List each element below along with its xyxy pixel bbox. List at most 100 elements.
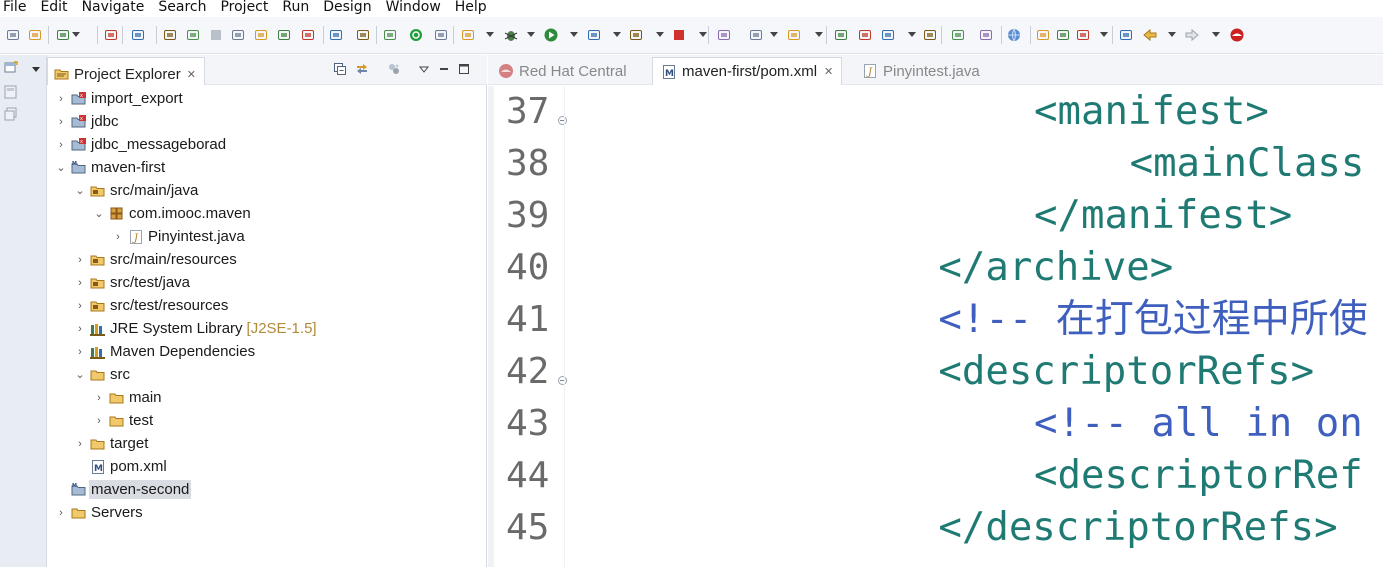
minimize-icon[interactable]: [437, 62, 451, 76]
new-class-icon[interactable]: [857, 27, 873, 43]
chevron-down-icon[interactable]: ⌄: [55, 162, 67, 174]
chevron-right-icon[interactable]: ›: [55, 139, 67, 151]
chevron-right-icon[interactable]: ›: [74, 438, 86, 450]
maximize-icon[interactable]: [457, 62, 471, 76]
tab-pom-xml[interactable]: M maven-first/pom.xml ✕: [652, 57, 843, 85]
debug-icon[interactable]: [503, 27, 519, 43]
tree-item[interactable]: › x jdbc_messageborad: [47, 133, 487, 156]
server-status-icon[interactable]: [433, 27, 449, 43]
chevron-down-icon[interactable]: [527, 32, 535, 37]
forward-icon[interactable]: [1184, 27, 1200, 43]
chevron-down-icon[interactable]: [486, 32, 494, 37]
profile-icon[interactable]: [55, 27, 71, 43]
tree-item[interactable]: › test: [47, 409, 487, 432]
collapse-all-icon[interactable]: [333, 62, 347, 76]
code-line[interactable]: <descriptorRef: [1034, 450, 1363, 502]
chevron-right-icon[interactable]: ›: [74, 323, 86, 335]
drop-to-frame-icon[interactable]: [328, 27, 344, 43]
chevron-right-icon[interactable]: ›: [74, 300, 86, 312]
step-over-icon[interactable]: [276, 27, 292, 43]
chevron-down-icon[interactable]: [815, 32, 823, 37]
tree-item[interactable]: › src/main/resources: [47, 248, 487, 271]
chevron-right-icon[interactable]: ›: [74, 277, 86, 289]
use-step-filters-icon[interactable]: [355, 27, 371, 43]
chevron-down-icon[interactable]: [908, 32, 916, 37]
tree-item[interactable]: › src/test/java: [47, 271, 487, 294]
tree-item[interactable]: › JRE System Library [J2SE-1.5]: [47, 317, 487, 340]
tree-item[interactable]: › main: [47, 386, 487, 409]
menu-navigate[interactable]: Navigate: [78, 0, 149, 14]
chevron-right-icon[interactable]: ›: [55, 507, 67, 519]
chevron-down-icon[interactable]: [770, 32, 778, 37]
menu-search[interactable]: Search: [154, 0, 210, 14]
disconnect-icon[interactable]: [230, 27, 246, 43]
save-icon[interactable]: [27, 27, 43, 43]
tree-item[interactable]: ⌄ Mmaven-first: [47, 156, 487, 179]
resume-icon[interactable]: [162, 27, 178, 43]
chevron-right-icon[interactable]: ›: [112, 231, 124, 243]
chevron-right-icon[interactable]: ›: [55, 93, 67, 105]
tree-item[interactable]: › src/test/resources: [47, 294, 487, 317]
tree-item[interactable]: ⌄ src/main/java: [47, 179, 487, 202]
step-return-icon[interactable]: [300, 27, 316, 43]
open-task-icon[interactable]: [950, 27, 966, 43]
tree-item[interactable]: Mmaven-second: [47, 478, 487, 501]
open-perspective-icon[interactable]: [4, 61, 18, 75]
tree-item[interactable]: Mpom.xml: [47, 455, 487, 478]
tab-project-explorer[interactable]: Project Explorer ✕: [47, 57, 205, 85]
chevron-down-icon[interactable]: [656, 32, 664, 37]
close-icon[interactable]: ✕: [824, 65, 833, 78]
code-line[interactable]: </manifest>: [1034, 190, 1292, 242]
chevron-down-icon[interactable]: [699, 32, 707, 37]
tree-item[interactable]: › x jdbc: [47, 110, 487, 133]
tree-item[interactable]: › Maven Dependencies: [47, 340, 487, 363]
open-type-icon[interactable]: [382, 27, 398, 43]
next-annotation-icon[interactable]: [1055, 27, 1071, 43]
menu-design[interactable]: Design: [319, 0, 375, 14]
chevron-right-icon[interactable]: ›: [93, 415, 105, 427]
suspend-icon[interactable]: [185, 27, 201, 43]
menu-window[interactable]: Window: [382, 0, 445, 14]
skip-breakpoints-icon[interactable]: [130, 27, 146, 43]
chevron-down-icon[interactable]: [32, 67, 40, 72]
open-folder-icon[interactable]: [880, 27, 896, 43]
new-java-project-icon[interactable]: [786, 27, 802, 43]
tree-item[interactable]: › Servers: [47, 501, 487, 524]
menu-edit[interactable]: Edit: [36, 0, 71, 14]
chevron-down-icon[interactable]: [1100, 32, 1108, 37]
previous-annotation-icon[interactable]: [1075, 27, 1091, 43]
chevron-down-icon[interactable]: [570, 32, 578, 37]
chevron-down-icon[interactable]: [613, 32, 621, 37]
tree-item[interactable]: › J Pinyintest.java: [47, 225, 487, 248]
server-start-icon[interactable]: [408, 27, 424, 43]
tree-item[interactable]: ⌄ com.imooc.maven: [47, 202, 487, 225]
run-icon[interactable]: [543, 27, 559, 43]
tree-item[interactable]: › x import_export: [47, 87, 487, 110]
code-line[interactable]: <mainClass: [1130, 138, 1365, 190]
chevron-down-icon[interactable]: [1212, 32, 1220, 37]
new-package-icon[interactable]: [833, 27, 849, 43]
tree-item[interactable]: ⌄ src: [47, 363, 487, 386]
new-icon[interactable]: [5, 27, 21, 43]
coverage-icon[interactable]: [586, 27, 602, 43]
annotation-icon[interactable]: [1035, 27, 1051, 43]
deploy-icon[interactable]: [922, 27, 938, 43]
terminate-icon[interactable]: [208, 27, 224, 43]
code-line[interactable]: </archive>: [938, 242, 1173, 294]
spell-check-icon[interactable]: [748, 27, 764, 43]
chevron-right-icon[interactable]: ›: [93, 392, 105, 404]
chevron-down-icon[interactable]: ⌄: [74, 185, 86, 197]
chevron-right-icon[interactable]: ›: [74, 346, 86, 358]
chevron-right-icon[interactable]: ›: [74, 254, 86, 266]
tab-pinyintest-java[interactable]: J Pinyintest.java: [854, 57, 988, 85]
web-browser-icon[interactable]: [1006, 27, 1022, 43]
chevron-down-icon[interactable]: [72, 32, 80, 37]
menu-file[interactable]: File: [0, 0, 30, 14]
code-line[interactable]: <manifest>: [1034, 86, 1269, 138]
console-icon[interactable]: [103, 27, 119, 43]
stop-icon[interactable]: [671, 27, 687, 43]
chevron-right-icon[interactable]: ›: [55, 116, 67, 128]
code-editor[interactable]: <manifest> <mainClass </manifest> </archive…: [566, 86, 1383, 567]
code-line[interactable]: <!-- 在打包过程中所使: [938, 294, 1367, 346]
chevron-down-icon[interactable]: ⌄: [93, 208, 105, 220]
